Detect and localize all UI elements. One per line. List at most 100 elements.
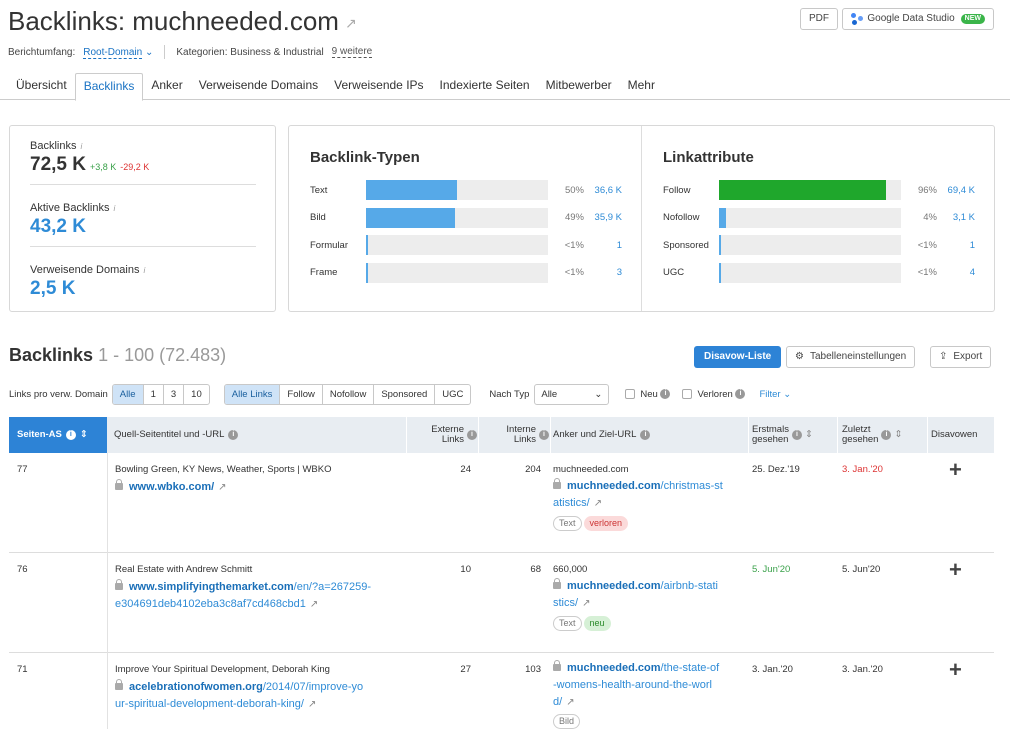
per-domain-option[interactable]: 3 [164,384,185,404]
external-link-icon[interactable]: ↗ [310,599,318,610]
target-url-domain: muchneeded.com [567,580,661,592]
column-label: gesehen [752,434,789,445]
tab-anchors[interactable]: Anker [143,73,190,100]
stat-value[interactable]: 2,5 K [30,278,256,300]
link-type-option[interactable]: UGC [435,385,470,404]
attrs-row-count[interactable]: 4 [937,267,975,278]
filter-dropdown[interactable]: Filter ⌄ [759,389,791,400]
info-icon[interactable]: i [881,430,892,440]
target-url-link[interactable]: muchneeded.com/the-state-of -womens-healt… [553,660,743,711]
info-icon[interactable]: i [539,430,549,440]
table-settings-button[interactable]: ⚙ Tabelleneinstellungen [786,346,916,368]
types-row-percent: <1% [564,267,584,278]
column-label: gesehen [842,434,879,445]
per-domain-option[interactable]: Alle [112,384,144,404]
target-url-link[interactable]: muchneeded.com/airbnb-stati stics/↗ [553,578,743,612]
disavow-add-icon[interactable]: + [949,657,962,683]
source-url-link[interactable]: www.simplifyingthemarket.com/en/?a=26725… [115,579,405,613]
source-title: Improve Your Spiritual Development, Debo… [115,664,330,675]
chevron-down-icon: ⌄ [594,388,603,400]
link-type-option[interactable]: Sponsored [374,384,436,404]
first-seen-value: 5. Jun'20 [752,564,791,575]
types-row-count[interactable]: 35,9 K [584,212,622,223]
info-icon[interactable]: i [640,430,651,440]
link-type-option[interactable]: Nofollow [323,384,375,404]
external-link-icon[interactable]: ↗ [345,15,357,31]
categories-more-link[interactable]: 9 weitere [331,46,373,58]
tab-backlinks[interactable]: Backlinks [74,73,144,101]
lost-label: Verloren [697,388,733,400]
new-checkbox[interactable]: Neu i [625,388,671,400]
attrs-row-count[interactable]: 1 [937,240,975,251]
stat-value[interactable]: 43,2 K [30,216,256,238]
page-as-value: 76 [17,564,28,575]
scope-dropdown[interactable]: Root-Domain ⌄ [83,46,153,59]
tab-more[interactable]: Mehr [620,73,663,100]
tab-referring-ips[interactable]: Verweisende IPs [326,73,431,100]
column-external-links[interactable]: Externe Links i [407,417,477,453]
attrs-row-count[interactable]: 3,1 K [937,212,975,223]
google-data-studio-button[interactable]: Google Data Studio NEW [842,8,994,30]
per-domain-option[interactable]: 10 [184,385,209,404]
list-title-text: Backlinks [9,345,94,365]
per-domain-option[interactable]: 1 [144,384,164,404]
link-type-option[interactable]: Follow [280,384,323,404]
column-internal-links[interactable]: Interne Links i [479,417,549,453]
source-cell: Improve Your Spiritual Development, Debo… [115,664,405,713]
external-link-icon[interactable]: ↗ [308,699,316,710]
link-type-option[interactable]: Alle Links [224,384,281,404]
types-row-label: Formular [310,239,349,251]
external-link-icon[interactable]: ↗ [594,498,602,509]
info-icon[interactable]: i [80,142,82,151]
column-last-seen[interactable]: Zuletzt gesehen i ⇕ [842,417,926,453]
target-url-path: /the-state-of [660,662,720,674]
attrs-row-count[interactable]: 69,4 K [937,185,975,196]
type-select[interactable]: Alle ⌄ [534,383,610,405]
tab-referring-domains[interactable]: Verweisende Domains [191,73,326,100]
lock-icon [115,479,123,490]
info-icon[interactable]: i [791,430,802,440]
attrs-row-label: Follow [663,184,691,196]
source-url-link[interactable]: www.wbko.com/↗ [115,479,405,496]
info-icon[interactable]: i [735,388,746,399]
info-icon[interactable]: i [65,430,76,440]
types-row-count[interactable]: 36,6 K [584,185,622,196]
export-button[interactable]: ⇪ Export [930,346,992,368]
tab-competitors[interactable]: Mitbewerber [538,73,620,100]
backlink-types-title: Backlink-Typen [310,149,420,166]
column-anchor[interactable]: Anker und Ziel-URL i [553,417,743,453]
external-link-icon[interactable]: ↗ [566,697,574,708]
attrs-row: Sponsored <1% 1 [663,235,975,255]
gear-icon: ⚙ [795,351,804,362]
info-icon[interactable]: i [228,430,239,440]
disavow-list-button[interactable]: Disavow-Liste [694,346,782,368]
attrs-row-percent: 96% [917,184,937,196]
info-icon[interactable]: i [660,388,671,399]
column-first-seen[interactable]: Erstmals gesehen i ⇕ [752,417,836,453]
page-as-value: 77 [17,464,28,475]
lost-checkbox[interactable]: Verloren i [682,388,746,400]
tab-indexed-pages[interactable]: Indexierte Seiten [432,73,538,100]
info-icon[interactable]: i [113,204,115,213]
tab-overview[interactable]: Übersicht [8,73,75,100]
source-title: Real Estate with Andrew Schmitt [115,564,253,575]
sort-icon: ⇕ [804,429,813,440]
types-row-count[interactable]: 1 [584,240,622,251]
types-row-count[interactable]: 3 [584,267,622,278]
source-url-link[interactable]: acelebrationofwomen.org/2014/07/improve-… [115,679,405,713]
column-source[interactable]: Quell-Seitentitel und -URL i [114,417,404,453]
scope-value: Root-Domain [83,46,143,59]
checkbox[interactable] [625,388,636,399]
external-link-icon[interactable]: ↗ [218,482,226,493]
info-icon[interactable]: i [467,430,477,440]
external-link-icon[interactable]: ↗ [582,598,590,609]
checkbox[interactable] [682,388,693,399]
disavow-add-icon[interactable]: + [949,557,962,583]
column-page-as[interactable]: Seiten-AS i ⇕ [9,417,107,453]
disavow-add-icon[interactable]: + [949,457,962,483]
info-icon[interactable]: i [143,266,145,275]
target-url-link[interactable]: muchneeded.com/christmas-st atistics/ ↗ [553,478,743,512]
types-row-percent: 49% [564,212,584,223]
lost-tag: verloren [583,516,629,531]
pdf-button[interactable]: PDF [800,8,838,30]
